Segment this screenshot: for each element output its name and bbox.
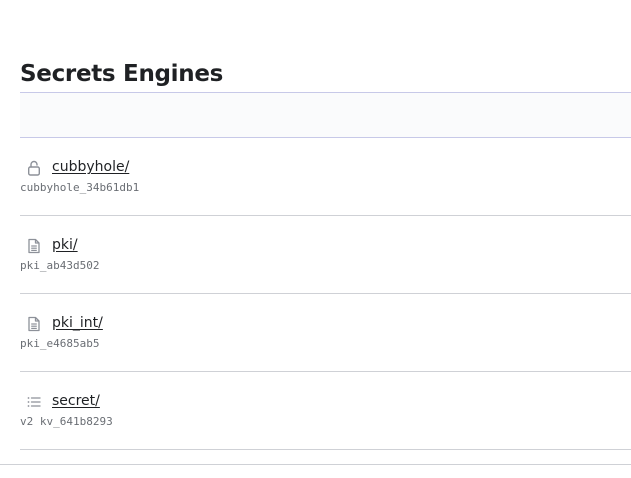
engine-row-pki-int[interactable]: pki_int/ pki_e4685ab5 (20, 294, 631, 372)
engine-accessor: pki_e4685ab5 (20, 337, 100, 350)
lock-open-icon (26, 160, 42, 176)
file-icon (26, 316, 42, 332)
file-icon (26, 238, 42, 254)
secrets-engine-list: cubbyhole/ cubbyhole_34b61db1 pki/ pki_a… (20, 138, 631, 450)
footer-divider (0, 464, 631, 465)
engine-accessor: cubbyhole_34b61db1 (20, 181, 140, 194)
engine-path-link[interactable]: cubbyhole/ (52, 158, 129, 176)
engine-row-secret[interactable]: secret/ v2 kv_641b8293 (20, 372, 631, 450)
engine-accessor: pki_ab43d502 (20, 259, 100, 272)
secrets-engines-page: Secrets Engines cubbyhole/ cubbyhole_34b… (0, 0, 631, 478)
list-icon (26, 394, 42, 410)
toolbar (20, 92, 631, 138)
page-title: Secrets Engines (20, 61, 224, 87)
engine-path-link[interactable]: secret/ (52, 392, 100, 410)
engine-row-cubbyhole[interactable]: cubbyhole/ cubbyhole_34b61db1 (20, 138, 631, 216)
engine-path-link[interactable]: pki_int/ (52, 314, 103, 332)
engine-path-link[interactable]: pki/ (52, 236, 78, 254)
engine-accessor: v2 kv_641b8293 (20, 415, 113, 428)
engine-row-pki[interactable]: pki/ pki_ab43d502 (20, 216, 631, 294)
